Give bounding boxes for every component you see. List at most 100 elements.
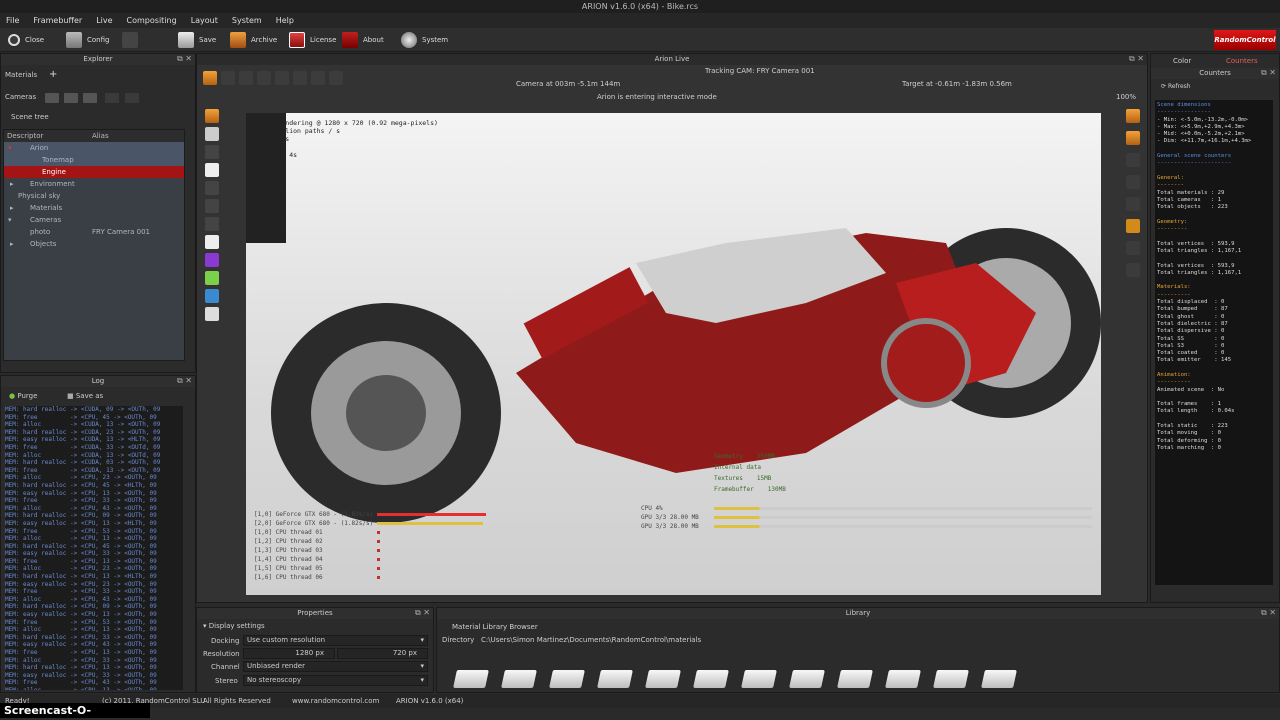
menu-framebuffer[interactable]: Framebuffer (33, 13, 82, 28)
tool-icon[interactable] (205, 127, 219, 141)
stop-icon[interactable] (1126, 153, 1140, 167)
tab-color[interactable]: Color (1173, 57, 1191, 65)
expand-icon[interactable]: ▾ (8, 214, 12, 226)
tab-counters[interactable]: Counters (1226, 57, 1258, 65)
display-settings-section[interactable]: ▾ Display settings (203, 622, 265, 630)
material-folder-icon[interactable] (597, 670, 633, 688)
tool-icon[interactable] (205, 253, 219, 267)
record-icon[interactable] (1126, 131, 1140, 145)
pan-tool-button[interactable] (221, 71, 235, 85)
render-view[interactable]: ARION rendering @ 1280 x 720 (0.92 mega-… (246, 113, 1101, 595)
status-url[interactable]: www.randomcontrol.com (292, 694, 379, 708)
tool-icon[interactable] (205, 199, 219, 213)
tool-icon[interactable] (205, 289, 219, 303)
about-button[interactable]: About (342, 31, 384, 49)
focus-tool-button[interactable] (257, 71, 271, 85)
tree-item-materials[interactable]: ▸ Materials (4, 202, 184, 214)
menu-layout[interactable]: Layout (191, 13, 218, 28)
expand-icon[interactable]: ▾ (8, 142, 12, 154)
record-icon[interactable] (1126, 109, 1140, 123)
tool-icon[interactable] (205, 145, 219, 159)
log-output[interactable]: MEM: hard realloc -> <CUDA, 09 -> <OUTh,… (5, 406, 183, 690)
disabled-tool-button[interactable] (122, 31, 138, 49)
camera-disabled-button[interactable] (125, 93, 139, 103)
select-tool-button[interactable] (203, 71, 217, 85)
camera-tool-button[interactable] (311, 71, 325, 85)
tool-icon[interactable] (205, 181, 219, 195)
pause-icon[interactable] (1126, 175, 1140, 189)
save-as-button[interactable]: ■ Save as (67, 392, 103, 400)
add-material-icon[interactable]: + (49, 69, 57, 80)
lock-icon[interactable] (1126, 197, 1140, 211)
channel-select[interactable]: Unbiased render ▾ (243, 661, 428, 672)
expand-icon[interactable] (1126, 263, 1140, 277)
material-folder-icon[interactable] (645, 670, 681, 688)
counters-output[interactable]: Scene dimensions ---------------- - Min: <… (1155, 100, 1273, 585)
tree-item-arion[interactable]: ▾ Arion (4, 142, 184, 154)
tree-item-physical-sky[interactable]: Physical sky (4, 190, 184, 202)
pick-tool-button[interactable] (329, 71, 343, 85)
expand-icon[interactable]: ▸ (10, 178, 14, 190)
purge-button[interactable]: ● Purge (9, 392, 37, 400)
tool-icon[interactable] (205, 235, 219, 249)
help-tool-button[interactable] (239, 71, 253, 85)
descriptor-column-header[interactable]: Descriptor (7, 130, 43, 142)
menu-help[interactable]: Help (276, 13, 294, 28)
expand-icon[interactable]: ▸ (10, 238, 14, 250)
region-tool-button[interactable] (293, 71, 307, 85)
menu-compositing[interactable]: Compositing (127, 13, 177, 28)
close-icon[interactable]: ⧉ ✕ (1129, 54, 1144, 64)
material-folder-icon[interactable] (885, 670, 921, 688)
menu-live[interactable]: Live (96, 13, 112, 28)
license-button[interactable]: License (289, 31, 336, 49)
material-folder-icon[interactable] (741, 670, 777, 688)
tree-item-tonemap[interactable]: Tonemap (4, 154, 184, 166)
close-icon[interactable]: ⧉ ✕ (415, 608, 430, 618)
menu-system[interactable]: System (232, 13, 262, 28)
material-folder-icon[interactable] (453, 670, 489, 688)
close-icon[interactable]: ⧉ ✕ (177, 54, 192, 64)
config-button[interactable]: Config (66, 31, 109, 49)
camera-delete-button[interactable] (83, 93, 97, 103)
tool-icon[interactable] (205, 307, 219, 321)
material-folder-icon[interactable] (837, 670, 873, 688)
material-folder-icon[interactable] (549, 670, 585, 688)
tree-item-environment[interactable]: ▸ Environment (4, 178, 184, 190)
crop-tool-button[interactable] (275, 71, 289, 85)
menu-file[interactable]: File (6, 13, 19, 28)
close-icon[interactable]: ⧉ ✕ (1261, 68, 1276, 78)
docking-select[interactable]: Use custom resolution ▾ (243, 635, 428, 646)
material-folder-icon[interactable] (933, 670, 969, 688)
orange-tool-icon[interactable] (205, 109, 219, 123)
tree-item-objects[interactable]: ▸ Objects (4, 238, 184, 250)
stereo-select[interactable]: No stereoscopy ▾ (243, 675, 428, 686)
tool-icon[interactable] (1126, 241, 1140, 255)
tree-item-photo[interactable]: photo FRY Camera 001 (4, 226, 184, 238)
alias-column-header[interactable]: Alias (92, 130, 109, 142)
scene-tree[interactable]: Descriptor Alias ▾ Arion Tonemap Engine ▸… (3, 129, 185, 361)
material-folder-icon[interactable] (789, 670, 825, 688)
material-folder-icon[interactable] (501, 670, 537, 688)
refresh-button[interactable]: ⟳ Refresh (1161, 83, 1191, 90)
material-folder-icon[interactable] (981, 670, 1017, 688)
camera-add-button[interactable] (45, 93, 59, 103)
tool-icon[interactable] (205, 217, 219, 231)
camera-disabled-button[interactable] (105, 93, 119, 103)
close-button[interactable]: Close (8, 31, 44, 49)
folder-icon[interactable] (1126, 219, 1140, 233)
directory-path[interactable]: C:\Users\Simon Martinez\Documents\Random… (481, 636, 701, 644)
resolution-width-input[interactable]: 1280 px (243, 648, 335, 659)
tree-item-cameras[interactable]: ▾ Cameras (4, 214, 184, 226)
tool-icon[interactable] (205, 271, 219, 285)
archive-button[interactable]: Archive (230, 31, 277, 49)
system-button[interactable]: System (401, 31, 448, 49)
material-folder-icon[interactable] (693, 670, 729, 688)
tool-icon[interactable] (205, 163, 219, 177)
tree-item-engine[interactable]: Engine (4, 166, 184, 178)
close-icon[interactable]: ⧉ ✕ (1261, 608, 1276, 618)
close-icon[interactable]: ⧉ ✕ (177, 376, 192, 386)
camera-edit-button[interactable] (64, 93, 78, 103)
resolution-height-input[interactable]: 720 px (337, 648, 428, 659)
expand-icon[interactable]: ▸ (10, 202, 14, 214)
save-button[interactable]: Save (178, 31, 216, 49)
